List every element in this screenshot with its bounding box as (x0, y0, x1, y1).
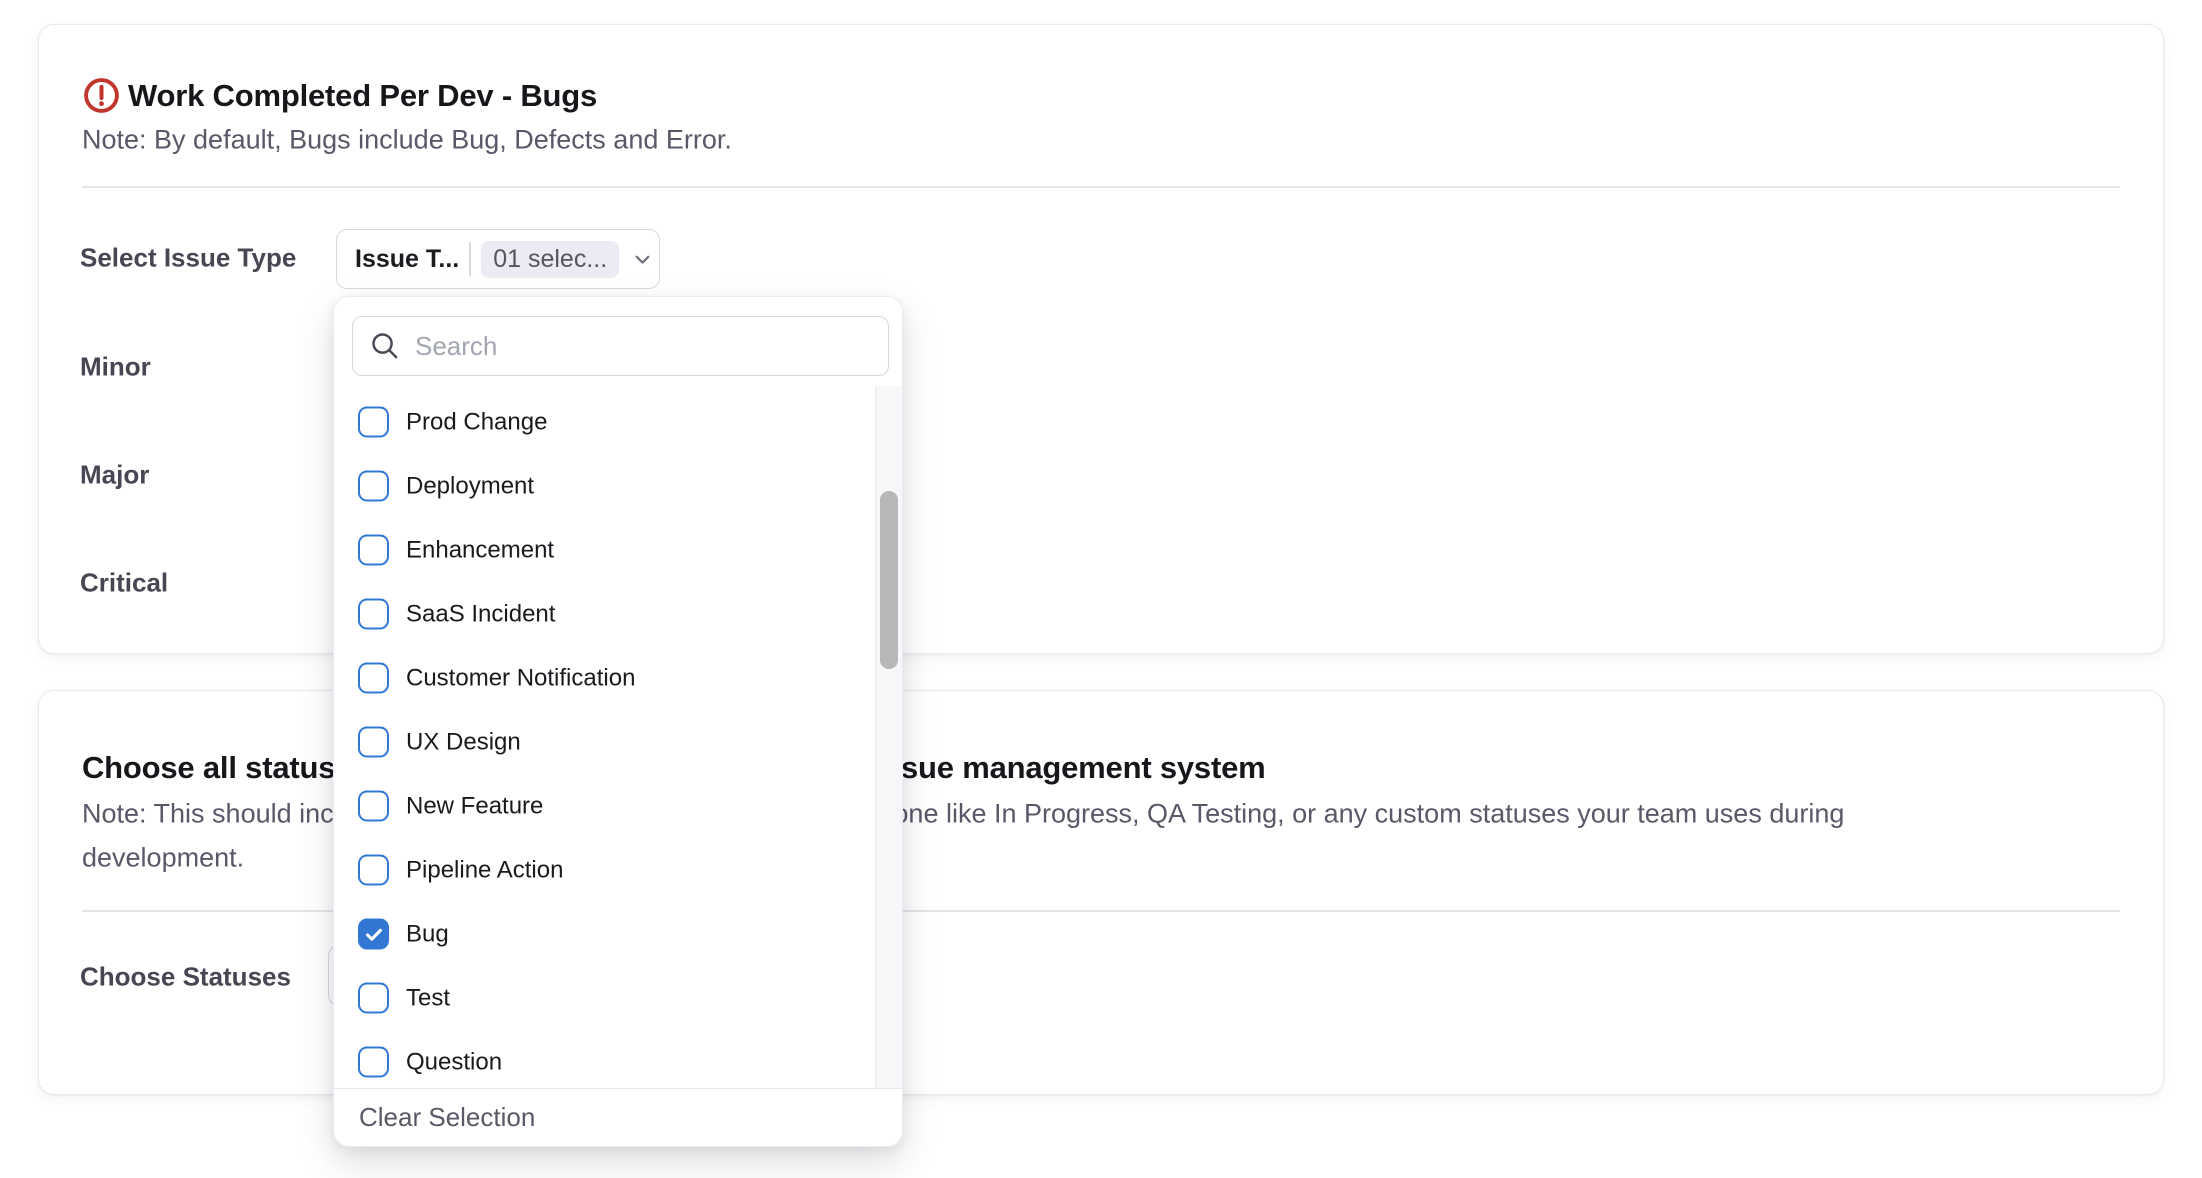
work-completed-note: Note: By default, Bugs include Bug, Defe… (82, 125, 732, 156)
issue-type-option[interactable]: Customer Notification (358, 663, 635, 694)
issue-type-option[interactable]: UX Design (358, 727, 521, 758)
checkbox-icon[interactable] (358, 535, 389, 566)
dropdown-scrollbar-track[interactable] (875, 386, 902, 1091)
issue-type-option[interactable]: Prod Change (358, 407, 547, 438)
option-label: Deployment (406, 472, 534, 500)
option-label: New Feature (406, 792, 543, 820)
issue-type-option[interactable]: New Feature (358, 791, 543, 822)
checkbox-icon[interactable] (358, 791, 389, 822)
option-label: Prod Change (406, 408, 547, 436)
search-input[interactable] (352, 316, 889, 376)
issue-type-option[interactable]: Deployment (358, 471, 534, 502)
option-label: Bug (406, 920, 449, 948)
checkbox-icon[interactable] (358, 1047, 389, 1078)
option-label: UX Design (406, 728, 521, 756)
select-issue-type-label: Select Issue Type (80, 243, 296, 274)
issue-type-option[interactable]: Bug (358, 919, 449, 950)
selected-count-badge: 01 selec... (481, 241, 619, 278)
option-label: SaaS Incident (406, 600, 555, 628)
issue-type-trigger-label: Issue T... (355, 245, 459, 274)
trigger-separator (469, 242, 471, 276)
dropdown-footer: Clear Selection (334, 1088, 902, 1146)
alert-icon (83, 77, 120, 119)
dropdown-scrollbar-thumb[interactable] (880, 491, 898, 669)
statuses-note-line2: development. (82, 843, 244, 874)
work-completed-title: Work Completed Per Dev - Bugs (128, 78, 597, 114)
clear-selection-button[interactable]: Clear Selection (359, 1102, 535, 1133)
issue-type-option[interactable]: Pipeline Action (358, 855, 563, 886)
issue-type-option[interactable]: Question (358, 1047, 502, 1078)
option-label: Question (406, 1048, 502, 1076)
issue-type-dropdown-panel: Prod Change Deployment Enhancement SaaS … (333, 296, 903, 1147)
checkbox-icon[interactable] (358, 855, 389, 886)
option-label: Enhancement (406, 536, 554, 564)
checkbox-icon[interactable] (358, 599, 389, 630)
issue-type-option[interactable]: Test (358, 983, 450, 1014)
issue-type-dropdown-trigger[interactable]: Issue T... 01 selec... (336, 229, 660, 289)
chevron-down-icon (631, 248, 654, 271)
checkbox-icon[interactable] (358, 727, 389, 758)
settings-page: Work Completed Per Dev - Bugs Note: By d… (0, 0, 2202, 1178)
severity-label-major: Major (80, 460, 149, 491)
checkbox-icon[interactable] (358, 407, 389, 438)
choose-statuses-label: Choose Statuses (80, 962, 291, 993)
search-icon (369, 330, 400, 366)
checkbox-icon[interactable] (358, 983, 389, 1014)
checkbox-icon[interactable] (358, 663, 389, 694)
checkbox-icon[interactable] (358, 471, 389, 502)
option-label: Customer Notification (406, 664, 635, 692)
card-divider (82, 186, 2120, 188)
issue-type-option[interactable]: Enhancement (358, 535, 554, 566)
option-label: Pipeline Action (406, 856, 563, 884)
issue-type-option[interactable]: SaaS Incident (358, 599, 555, 630)
severity-label-minor: Minor (80, 352, 151, 383)
checkbox-icon[interactable] (358, 919, 389, 950)
severity-label-critical: Critical (80, 568, 168, 599)
option-label: Test (406, 984, 450, 1012)
